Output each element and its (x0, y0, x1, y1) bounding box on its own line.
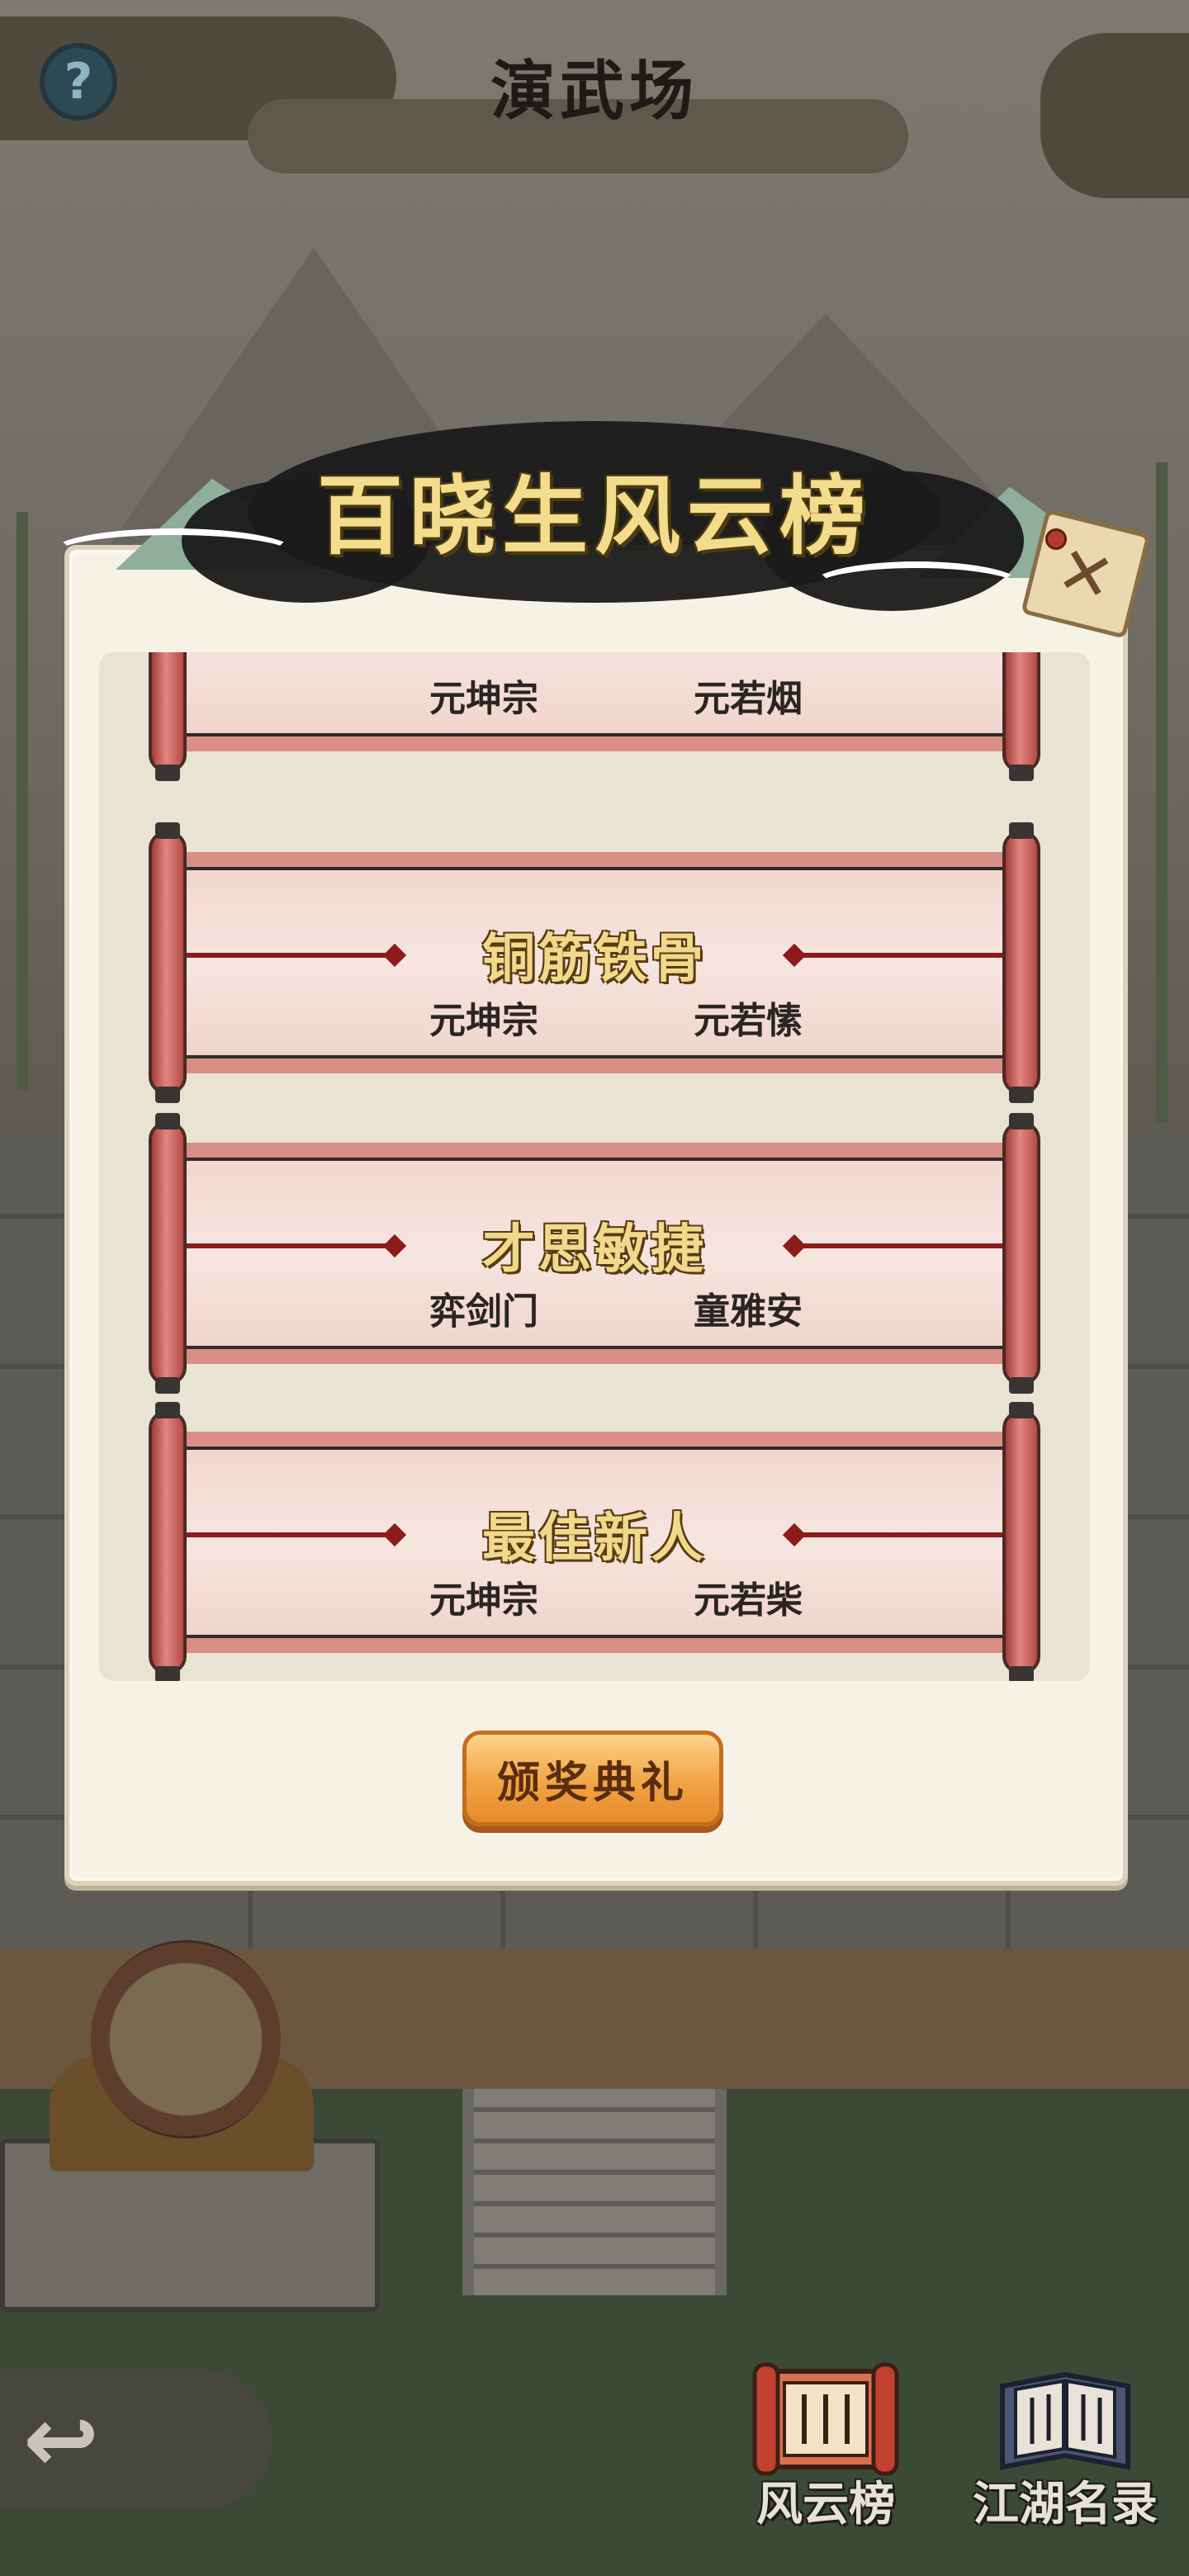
award-sect: 元坤宗 (429, 678, 538, 720)
drum (91, 1940, 281, 2138)
award-sect: 弈剑门 (429, 1290, 538, 1333)
award-list[interactable]: 元坤宗 元若烟 铜筋铁骨 元坤宗 元若愫 才思敏捷 弈剑门 童雅安 最佳新人 元… (99, 652, 1090, 1681)
award-sect: 元坤宗 (429, 1579, 538, 1622)
scroll-roller (149, 1402, 187, 1681)
award-winner: 元若愫 (694, 1000, 803, 1042)
award-scroll: 铜筋铁骨 元坤宗 元若愫 (149, 822, 1040, 1103)
award-scroll: 才思敏捷 弈剑门 童雅安 (149, 1113, 1040, 1394)
award-title: 才思敏捷 (482, 1219, 707, 1281)
scroll-roller (1002, 1113, 1040, 1394)
back-arrow-icon: ↩ (23, 2387, 100, 2493)
page-title: 演武场 (490, 54, 699, 129)
award-winner: 元若烟 (694, 678, 803, 720)
scroll-paper: 才思敏捷 弈剑门 童雅安 (187, 1143, 1002, 1364)
scroll-roller (149, 1113, 187, 1394)
award-winner: 童雅安 (694, 1290, 803, 1333)
nav-ranking[interactable]: 风云榜 (718, 2361, 933, 2551)
nav-label: 风云榜 (756, 2477, 895, 2531)
scroll-roller (1002, 822, 1040, 1103)
award-ceremony-button[interactable]: 颁奖典礼 (462, 1731, 723, 1826)
scroll-paper: 元坤宗 元若烟 (187, 652, 1002, 751)
scroll-roller (149, 822, 187, 1103)
scroll-roller (1002, 652, 1040, 781)
scroll-paper: 铜筋铁骨 元坤宗 元若愫 (187, 852, 1002, 1073)
scroll-paper: 最佳新人 元坤宗 元若柴 (187, 1432, 1002, 1653)
scroll-ranking-icon (752, 2362, 899, 2476)
nav-label: 江湖名录 (973, 2477, 1158, 2531)
award-title: 最佳新人 (482, 1508, 707, 1570)
stairs (462, 2089, 727, 2295)
nav-directory[interactable]: 江湖名录 (958, 2361, 1172, 2551)
modal-title: 百晓生风云榜 (316, 465, 872, 566)
award-winner: 元若柴 (694, 1579, 803, 1622)
pin-icon (1045, 528, 1067, 550)
scroll-roller (149, 652, 187, 781)
back-button[interactable]: ↩ (23, 2394, 147, 2485)
award-sect: 元坤宗 (429, 1000, 538, 1042)
book-directory-icon (1000, 2371, 1130, 2470)
award-scroll: 最佳新人 元坤宗 元若柴 (149, 1402, 1040, 1681)
scroll-roller (1002, 1402, 1040, 1681)
bamboo (17, 512, 28, 1090)
award-scroll: 元坤宗 元若烟 (149, 652, 1040, 781)
award-title: 铜筋铁骨 (482, 928, 707, 990)
